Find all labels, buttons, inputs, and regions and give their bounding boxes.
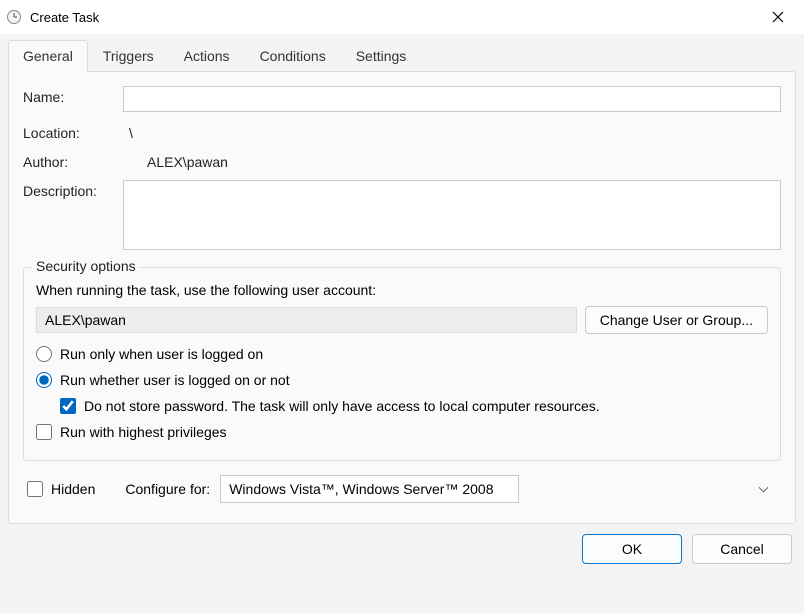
radio-logged-or-not-label: Run whether user is logged on or not [60, 372, 290, 388]
tab-strip: General Triggers Actions Conditions Sett… [8, 40, 796, 71]
radio-logged-on-row[interactable]: Run only when user is logged on [36, 346, 768, 362]
location-value: \ [123, 122, 781, 141]
security-desc: When running the task, use the following… [36, 282, 768, 298]
label-location: Location: [23, 122, 123, 141]
dialog-body: General Triggers Actions Conditions Sett… [0, 34, 804, 613]
highest-priv-checkbox[interactable] [36, 424, 52, 440]
highest-priv-row[interactable]: Run with highest privileges [36, 424, 768, 440]
configure-for-select[interactable]: Windows Vista™, Windows Server™ 2008 [220, 475, 519, 503]
hidden-row[interactable]: Hidden [27, 481, 95, 497]
row-description: Description: [23, 180, 781, 253]
row-name: Name: [23, 86, 781, 112]
bottom-row: Hidden Configure for: Windows Vista™, Wi… [23, 469, 781, 509]
label-author: Author: [23, 151, 123, 170]
ok-button[interactable]: OK [582, 534, 682, 564]
label-configure-for: Configure for: [125, 481, 210, 497]
cancel-button[interactable]: Cancel [692, 534, 792, 564]
titlebar: Create Task [0, 0, 804, 34]
label-description: Description: [23, 180, 123, 199]
label-name: Name: [23, 86, 123, 105]
close-icon [772, 11, 784, 23]
radio-logged-on[interactable] [36, 346, 52, 362]
account-row: ALEX\pawan Change User or Group... [36, 306, 768, 334]
description-input[interactable] [123, 180, 781, 250]
highest-priv-label: Run with highest privileges [60, 424, 227, 440]
configure-for-select-wrap: Windows Vista™, Windows Server™ 2008 [220, 475, 777, 503]
do-not-store-label: Do not store password. The task will onl… [84, 398, 600, 414]
author-value: ALEX\pawan [123, 151, 781, 170]
tab-actions[interactable]: Actions [169, 40, 245, 71]
do-not-store-row[interactable]: Do not store password. The task will onl… [60, 398, 768, 414]
tab-settings[interactable]: Settings [341, 40, 422, 71]
tab-general[interactable]: General [8, 40, 88, 72]
tab-panel-general: Name: Location: \ Author: ALEX\pawan Des… [8, 71, 796, 524]
security-legend: Security options [32, 258, 140, 274]
hidden-checkbox[interactable] [27, 481, 43, 497]
do-not-store-checkbox[interactable] [60, 398, 76, 414]
name-input[interactable] [123, 86, 781, 112]
tab-triggers[interactable]: Triggers [88, 40, 169, 71]
window-title: Create Task [30, 10, 758, 25]
row-author: Author: ALEX\pawan [23, 151, 781, 170]
account-display: ALEX\pawan [36, 307, 577, 333]
tab-conditions[interactable]: Conditions [245, 40, 341, 71]
radio-logged-or-not[interactable] [36, 372, 52, 388]
close-button[interactable] [758, 2, 798, 32]
row-location: Location: \ [23, 122, 781, 141]
radio-logged-on-label: Run only when user is logged on [60, 346, 263, 362]
dialog-buttons: OK Cancel [8, 534, 796, 564]
change-user-button[interactable]: Change User or Group... [585, 306, 768, 334]
clock-icon [6, 9, 22, 25]
radio-logged-or-not-row[interactable]: Run whether user is logged on or not [36, 372, 768, 388]
security-options-group: Security options When running the task, … [23, 267, 781, 461]
hidden-label: Hidden [51, 481, 95, 497]
